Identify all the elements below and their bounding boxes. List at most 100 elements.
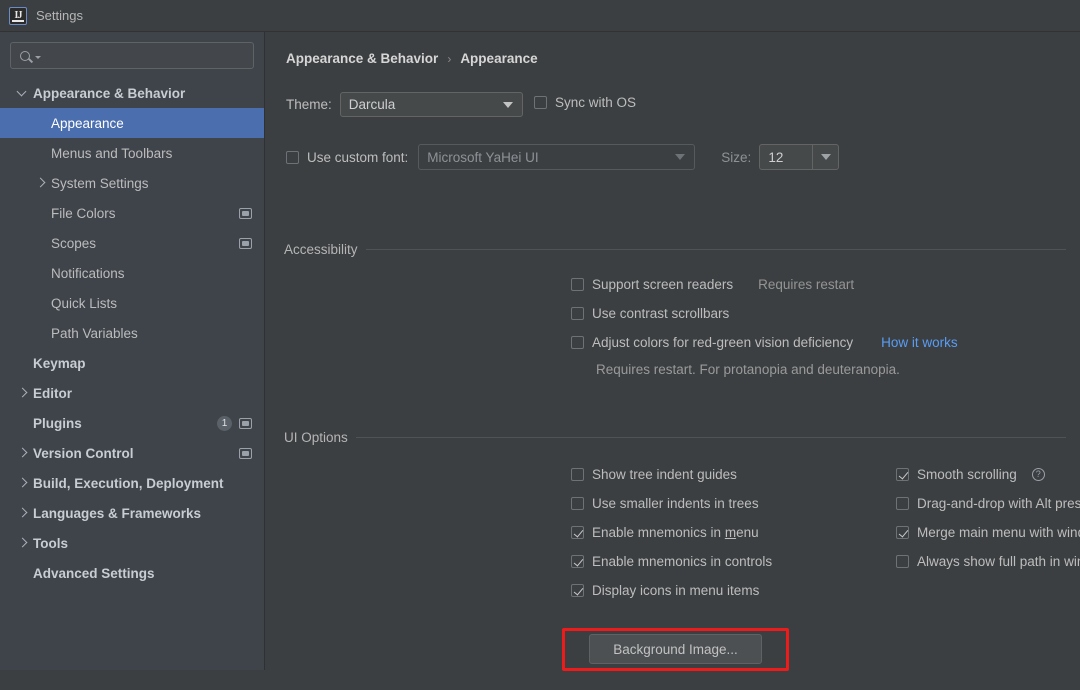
font-size-label: Size: — [721, 149, 752, 165]
sidebar-item-indicators — [239, 438, 252, 468]
sidebar-item-indicators — [239, 198, 252, 228]
sync-with-os-checkbox[interactable] — [534, 96, 547, 109]
chevron-down-icon[interactable] — [812, 145, 838, 169]
checkbox-always-show-full-path-in-window-header[interactable] — [896, 555, 909, 568]
status-badge: 1 — [217, 415, 232, 431]
checkbox-use-smaller-indents-in-trees[interactable] — [571, 497, 584, 510]
chevron-down-icon[interactable] — [16, 87, 29, 100]
ui-options-section-title: UI Options — [284, 430, 348, 445]
breadcrumb: Appearance & Behavior › Appearance — [286, 51, 538, 66]
chevron-right-icon[interactable] — [16, 387, 29, 400]
chevron-right-icon[interactable] — [16, 477, 29, 490]
chevron-down-icon — [675, 154, 686, 160]
option-row-smooth-scrolling[interactable]: Smooth scrolling? — [896, 460, 1080, 489]
use-custom-font-checkbox[interactable] — [286, 150, 299, 164]
option-label-always-show-full-path-in-window-header: Always show full path in window header — [917, 554, 1080, 569]
font-size-select[interactable]: 12 — [759, 144, 840, 170]
checkbox-support-screen-readers[interactable] — [571, 278, 584, 291]
font-size-value: 12 — [768, 149, 784, 165]
option-row-use-contrast-scrollbars[interactable]: Use contrast scrollbars — [571, 299, 958, 328]
theme-row: Theme: Darcula — [286, 92, 523, 117]
custom-font-select[interactable]: Microsoft YaHei UI — [418, 144, 696, 170]
sidebar-item-appearance[interactable]: Appearance — [0, 108, 264, 138]
accessibility-section-title: Accessibility — [284, 242, 358, 257]
sync-with-os-label: Sync with OS — [555, 95, 637, 110]
option-row-enable-mnemonics-in-menu[interactable]: Enable mnemonics in menu — [571, 518, 772, 547]
how-it-works-link[interactable]: How it works — [881, 335, 958, 350]
sidebar-item-path-variables[interactable]: Path Variables — [0, 318, 264, 348]
option-row-display-icons-in-menu-items[interactable]: Display icons in menu items — [571, 576, 772, 605]
checkbox-use-contrast-scrollbars[interactable] — [571, 307, 584, 320]
background-image-button[interactable]: Background Image... — [589, 634, 762, 664]
settings-main-panel: Appearance & Behavior › Appearance Theme… — [266, 32, 1080, 671]
option-label-support-screen-readers: Support screen readers — [592, 277, 734, 292]
project-scope-icon — [239, 207, 252, 219]
project-scope-icon — [239, 237, 252, 249]
checkbox-display-icons-in-menu-items[interactable] — [571, 584, 584, 597]
theme-select[interactable]: Darcula — [339, 92, 523, 117]
sidebar-item-version-control[interactable]: Version Control — [0, 438, 264, 468]
breadcrumb-parent[interactable]: Appearance & Behavior — [286, 51, 438, 66]
sidebar-item-file-colors[interactable]: File Colors — [0, 198, 264, 228]
project-scope-icon — [239, 447, 252, 459]
option-label-smooth-scrolling: Smooth scrolling — [917, 467, 1017, 482]
custom-font-selected-value: Microsoft YaHei UI — [427, 149, 539, 165]
checkbox-drag-and-drop-with-alt-pressed-only[interactable] — [896, 497, 909, 510]
settings-search-input[interactable] — [10, 42, 254, 69]
help-icon[interactable]: ? — [1031, 468, 1045, 481]
sidebar-item-label: Languages & Frameworks — [33, 505, 202, 521]
option-label-show-tree-indent-guides: Show tree indent guides — [592, 467, 737, 482]
chevron-right-icon[interactable] — [16, 507, 29, 520]
project-scope-icon — [239, 417, 252, 429]
use-custom-font-checkbox-row[interactable]: Use custom font: — [286, 150, 408, 165]
checkbox-enable-mnemonics-in-menu[interactable] — [571, 526, 584, 539]
sidebar-item-advanced-settings[interactable]: Advanced Settings — [0, 558, 264, 588]
checkbox-adjust-colors-for-red-green-vision-deficiency[interactable] — [571, 336, 584, 349]
sidebar-item-languages-frameworks[interactable]: Languages & Frameworks — [0, 498, 264, 528]
sync-with-os-checkbox-row[interactable]: Sync with OS — [534, 95, 636, 110]
option-row-show-tree-indent-guides[interactable]: Show tree indent guides — [571, 460, 772, 489]
sidebar-item-plugins[interactable]: Plugins 1 — [0, 408, 264, 438]
chevron-down-icon — [35, 56, 41, 59]
sidebar-item-scopes[interactable]: Scopes — [0, 228, 264, 258]
checkbox-enable-mnemonics-in-controls[interactable] — [571, 555, 584, 568]
settings-sidebar: Appearance & Behavior Appearance Menus and… — [0, 32, 265, 670]
window-title-bar: IJ Settings — [0, 0, 1080, 32]
sidebar-item-keymap[interactable]: Keymap — [0, 348, 264, 378]
ui-options-section-header: UI Options — [284, 430, 1066, 445]
sidebar-item-appearance-behavior[interactable]: Appearance & Behavior — [0, 78, 264, 108]
accessibility-options: Support screen readers Requires restart Us… — [571, 270, 958, 357]
option-row-always-show-full-path-in-window-header[interactable]: Always show full path in window header — [896, 547, 1080, 576]
sidebar-item-label: Tools — [33, 535, 68, 551]
option-row-use-smaller-indents-in-trees[interactable]: Use smaller indents in trees — [571, 489, 772, 518]
chevron-right-icon[interactable] — [16, 447, 29, 460]
ui-options-right-column: Smooth scrolling? Drag-and-drop with Alt … — [896, 460, 1080, 576]
sidebar-item-quick-lists[interactable]: Quick Lists — [0, 288, 264, 318]
checkbox-smooth-scrolling[interactable] — [896, 468, 909, 481]
mnemonic-underline: m — [724, 525, 737, 540]
option-row-support-screen-readers[interactable]: Support screen readers Requires restart — [571, 270, 958, 299]
chevron-right-icon[interactable] — [34, 177, 47, 190]
sidebar-item-notifications[interactable]: Notifications — [0, 258, 264, 288]
option-row-merge-main-menu-with-window-title[interactable]: Merge main menu with window titleRequire… — [896, 518, 1080, 547]
section-divider — [365, 249, 1066, 250]
sidebar-item-label: Appearance & Behavior — [33, 85, 186, 101]
chevron-right-icon[interactable] — [16, 537, 29, 550]
checkbox-show-tree-indent-guides[interactable] — [571, 468, 584, 481]
sidebar-item-label: Advanced Settings — [33, 565, 155, 581]
option-label-merge-main-menu-with-window-title: Merge main menu with window title — [917, 525, 1080, 540]
option-row-adjust-colors-for-red-green-vision-deficiency[interactable]: Adjust colors for red-green vision defic… — [571, 328, 958, 357]
sidebar-item-editor[interactable]: Editor — [0, 378, 264, 408]
sidebar-item-system-settings[interactable]: System Settings — [0, 168, 264, 198]
sidebar-item-indicators — [239, 228, 252, 258]
sidebar-item-build-execution-deployment[interactable]: Build, Execution, Deployment — [0, 468, 264, 498]
option-row-enable-mnemonics-in-controls[interactable]: Enable mnemonics in controls — [571, 547, 772, 576]
sidebar-item-label: Version Control — [33, 445, 134, 461]
sidebar-item-tools[interactable]: Tools — [0, 528, 264, 558]
sidebar-item-label: Quick Lists — [51, 295, 118, 311]
ui-options-left-column: Show tree indent guides Use smaller inden… — [571, 460, 772, 605]
sidebar-item-label: Notifications — [51, 265, 125, 281]
option-row-drag-and-drop-with-alt-pressed-only[interactable]: Drag-and-drop with Alt pressed only — [896, 489, 1080, 518]
sidebar-item-menus-and-toolbars[interactable]: Menus and Toolbars — [0, 138, 264, 168]
checkbox-merge-main-menu-with-window-title[interactable] — [896, 526, 909, 539]
